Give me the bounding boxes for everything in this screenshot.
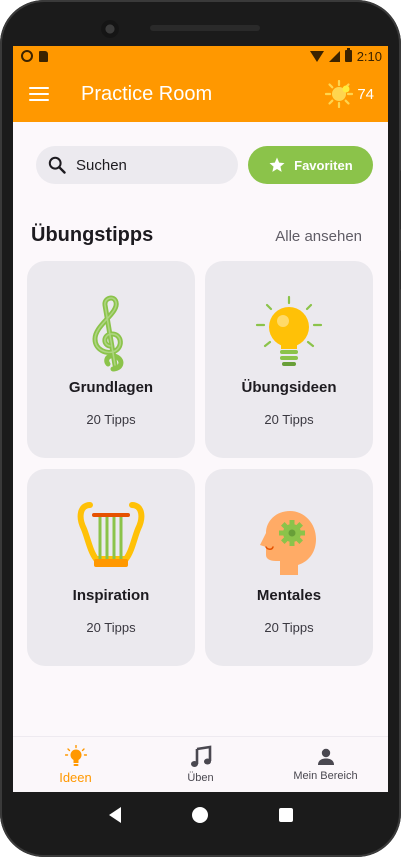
card-title: Mentales (256, 587, 322, 604)
nav-ueben[interactable]: Üben (138, 737, 263, 792)
card-count: 20 Tipps (86, 412, 136, 427)
tips-grid: Grundlagen 20 Tipps Übungsideen 20 Tipps… (13, 261, 388, 666)
earpiece-speaker (150, 25, 260, 31)
search-row: Suchen Favoriten (13, 146, 388, 184)
menu-icon[interactable] (29, 87, 49, 101)
battery-icon (344, 48, 352, 62)
search-icon (48, 156, 66, 174)
lightbulb-icon (64, 744, 87, 766)
nav-label: Ideen (59, 769, 92, 785)
system-nav-bar (13, 792, 388, 838)
card-count: 20 Tipps (86, 620, 136, 635)
app-bar: Practice Room 74 (13, 66, 388, 122)
bottom-nav: Ideen Üben Mein Bereich (13, 736, 388, 792)
favorites-label: Favoriten (294, 157, 353, 173)
card-count: 20 Tipps (264, 412, 314, 427)
screen: 2:10 Practice Room 74 Suchen Favoriten Ü… (13, 46, 388, 792)
sd-card-icon (39, 50, 48, 62)
notification-icon (21, 50, 33, 62)
music-note-icon (190, 745, 211, 767)
mind-gear-icon (253, 503, 325, 579)
nav-ideen[interactable]: Ideen (13, 737, 138, 792)
app-title: Practice Room (81, 82, 213, 105)
card-inspiration[interactable]: Inspiration 20 Tipps (27, 469, 195, 666)
section-title: Übungstipps (31, 224, 154, 246)
card-title: Grundlagen (68, 379, 154, 396)
front-camera (101, 20, 119, 38)
nav-label: Üben (187, 772, 214, 784)
phone-frame: 2:10 Practice Room 74 Suchen Favoriten Ü… (0, 0, 401, 857)
treble-clef-icon (75, 295, 147, 372)
sun-icon (325, 80, 354, 108)
card-grundlagen[interactable]: Grundlagen 20 Tipps (27, 261, 195, 458)
nav-label: Mein Bereich (293, 770, 358, 782)
section-header: Übungstipps Alle ansehen (13, 224, 388, 247)
score-value: 74 (357, 85, 374, 103)
card-mentales[interactable]: Mentales 20 Tipps (205, 469, 373, 666)
card-title: Übungsideen (241, 379, 337, 396)
search-placeholder: Suchen (76, 156, 127, 174)
home-icon[interactable] (191, 807, 208, 823)
search-input[interactable]: Suchen (36, 146, 238, 184)
card-count: 20 Tipps (264, 620, 314, 635)
lyre-icon (75, 502, 147, 579)
lightbulb-icon (253, 295, 325, 371)
see-all-link[interactable]: Alle ansehen (275, 228, 362, 245)
score-display[interactable]: 74 (325, 80, 374, 108)
star-icon (269, 157, 285, 172)
back-icon[interactable] (108, 807, 121, 823)
recent-apps-icon[interactable] (278, 808, 293, 822)
card-title: Inspiration (72, 587, 150, 604)
signal-icon (328, 50, 340, 62)
favorites-button[interactable]: Favoriten (247, 146, 373, 184)
person-icon (317, 748, 334, 765)
nav-mein-bereich[interactable]: Mein Bereich (263, 737, 388, 792)
status-time: 2:10 (356, 48, 382, 64)
status-bar: 2:10 (13, 46, 388, 66)
wifi-icon (309, 50, 324, 62)
card-uebungsideen[interactable]: Übungsideen 20 Tipps (205, 261, 373, 458)
